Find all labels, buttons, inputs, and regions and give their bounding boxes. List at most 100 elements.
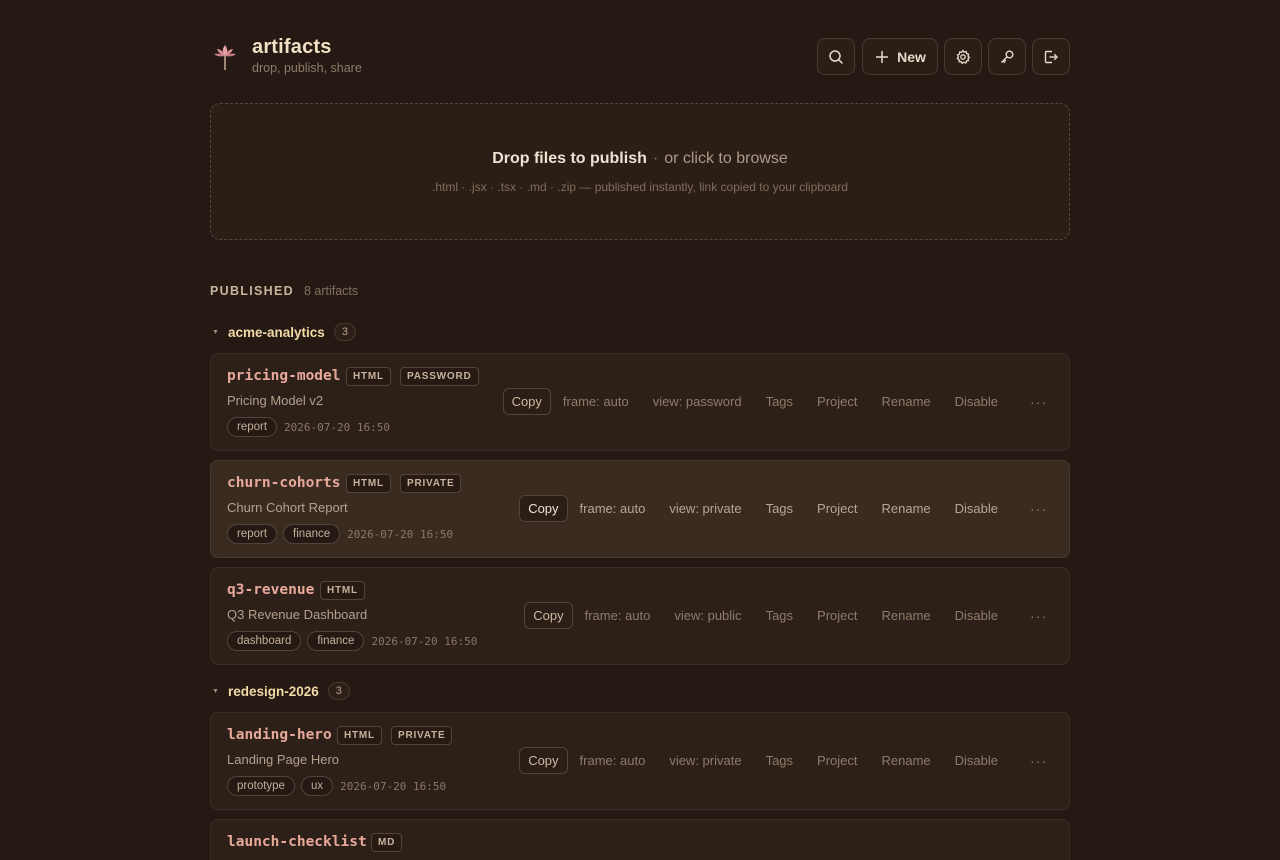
artifact-meta: report finance 2026-07-20 16:50: [227, 524, 453, 544]
artifact-card-q3-revenue[interactable]: q3-revenue HTML Q3 Revenue Dashboard das…: [210, 567, 1070, 665]
tag-chip[interactable]: finance: [307, 631, 365, 651]
badge-list: MD: [371, 833, 403, 852]
artifact-name[interactable]: pricing-model: [227, 368, 341, 384]
logout-button[interactable]: [1032, 38, 1070, 75]
project-button[interactable]: Project: [817, 394, 857, 409]
project-button[interactable]: Project: [817, 608, 857, 623]
disable-button[interactable]: Disable: [955, 608, 998, 623]
copy-button[interactable]: Copy: [502, 388, 551, 415]
dropzone-separator: ·: [652, 150, 659, 167]
view-setting[interactable]: view: public: [674, 608, 741, 623]
copy-button[interactable]: Copy: [524, 602, 573, 629]
rename-button[interactable]: Rename: [882, 501, 931, 516]
artifact-actions: Copy frame: auto view: private Tags Proj…: [519, 495, 1047, 522]
app-title: artifacts: [252, 36, 332, 58]
artifact-description: Churn Cohort Report: [227, 500, 348, 515]
artifact-actions: Copy frame: auto view: private Tags Proj…: [519, 747, 1047, 774]
artifact-card-landing-hero[interactable]: landing-hero HTML PRIVATE Landing Page H…: [210, 712, 1070, 810]
search-button[interactable]: [817, 38, 855, 75]
artifact-name[interactable]: launch-checklist: [227, 834, 367, 850]
group-name: acme-analytics: [228, 324, 325, 340]
rename-button[interactable]: Rename: [882, 753, 931, 768]
copy-button[interactable]: Copy: [519, 495, 568, 522]
new-button[interactable]: New: [862, 38, 938, 75]
caret-down-icon: ▼: [212, 328, 219, 336]
artifact-actions: Copy frame: auto view: password Tags Pro…: [502, 388, 1047, 415]
key-icon: [1001, 50, 1014, 63]
badge-list: HTML: [320, 581, 365, 600]
tag-chip[interactable]: report: [227, 417, 278, 437]
artifact-description: Landing Page Hero: [227, 752, 340, 767]
artifact-date: 2026-07-20 16:50: [371, 634, 478, 648]
artifact-name[interactable]: landing-hero: [227, 727, 332, 743]
tag-chip[interactable]: dashboard: [227, 631, 302, 651]
section-title: PUBLISHED: [210, 284, 294, 298]
view-setting[interactable]: view: password: [653, 394, 742, 409]
artifact-card-churn-cohorts[interactable]: churn-cohorts HTML PRIVATE Churn Cohort …: [210, 460, 1070, 558]
view-setting[interactable]: view: private: [669, 753, 741, 768]
more-options-icon[interactable]: ···: [1030, 501, 1047, 517]
settings-button[interactable]: [944, 38, 982, 75]
type-badge: MD: [371, 833, 403, 852]
artifact-actions: Copy frame: auto view: public Tags Proje…: [524, 602, 1047, 629]
type-badge: HTML: [346, 367, 391, 386]
frame-setting[interactable]: frame: auto: [563, 394, 629, 409]
more-options-icon[interactable]: ···: [1030, 753, 1047, 769]
artifact-card-launch-checklist[interactable]: launch-checklist MD: [210, 819, 1070, 860]
tags-button[interactable]: Tags: [766, 501, 793, 516]
copy-button[interactable]: Copy: [519, 747, 568, 774]
disable-button[interactable]: Disable: [955, 753, 998, 768]
app-subtitle: drop, publish, share: [252, 61, 362, 75]
badge-list: HTML PASSWORD: [346, 367, 479, 386]
logout-icon: [1044, 50, 1058, 63]
dropzone-hint: .html · .jsx · .tsx · .md · .zip — publi…: [432, 180, 848, 194]
frame-setting[interactable]: frame: auto: [580, 501, 646, 516]
artifact-name[interactable]: q3-revenue: [227, 582, 314, 598]
group-header-redesign-2026[interactable]: ▼ redesign-2026 3: [210, 681, 350, 701]
more-options-icon[interactable]: ···: [1030, 394, 1047, 410]
caret-down-icon: ▼: [212, 687, 219, 695]
disable-button[interactable]: Disable: [955, 501, 998, 516]
artifact-description: Q3 Revenue Dashboard: [227, 607, 368, 622]
disable-button[interactable]: Disable: [955, 394, 998, 409]
artifact-meta: report 2026-07-20 16:50: [227, 417, 390, 437]
artifact-meta: prototype ux 2026-07-20 16:50: [227, 776, 446, 796]
visibility-badge: PRIVATE: [399, 474, 462, 493]
dropzone-browse-link[interactable]: or click to browse: [664, 150, 788, 167]
tags-button[interactable]: Tags: [766, 394, 793, 409]
tag-chip[interactable]: report: [227, 524, 278, 544]
type-badge: HTML: [346, 474, 391, 493]
project-button[interactable]: Project: [817, 753, 857, 768]
api-key-button[interactable]: [988, 38, 1026, 75]
artifact-date: 2026-07-20 16:50: [284, 420, 391, 434]
group-header-acme-analytics[interactable]: ▼ acme-analytics 3: [210, 322, 356, 342]
rename-button[interactable]: Rename: [882, 394, 931, 409]
header: artifacts drop, publish, share New: [210, 36, 1070, 80]
group-count: 3: [333, 323, 356, 341]
rename-button[interactable]: Rename: [882, 608, 931, 623]
lotus-logo-icon: [214, 45, 236, 70]
type-badge: HTML: [337, 726, 382, 745]
badge-list: HTML PRIVATE: [337, 726, 453, 745]
frame-setting[interactable]: frame: auto: [585, 608, 651, 623]
more-options-icon[interactable]: ···: [1030, 608, 1047, 624]
badge-list: HTML PRIVATE: [346, 474, 462, 493]
tag-chip[interactable]: ux: [300, 776, 334, 796]
tag-chip[interactable]: finance: [283, 524, 341, 544]
artifact-name[interactable]: churn-cohorts: [227, 475, 341, 491]
view-setting[interactable]: view: private: [669, 501, 741, 516]
frame-setting[interactable]: frame: auto: [580, 753, 646, 768]
dropzone[interactable]: Drop files to publish · or click to browse…: [210, 103, 1070, 240]
artifact-card-pricing-model[interactable]: pricing-model HTML PASSWORD Pricing Mode…: [210, 353, 1070, 451]
tags-button[interactable]: Tags: [766, 753, 793, 768]
tag-chip[interactable]: prototype: [227, 776, 295, 796]
gear-icon: [956, 48, 971, 64]
visibility-badge: PASSWORD: [399, 367, 479, 386]
visibility-badge: PRIVATE: [390, 726, 453, 745]
section-count: 8 artifacts: [303, 284, 359, 298]
project-button[interactable]: Project: [817, 501, 857, 516]
section-header: PUBLISHED 8 artifacts: [210, 284, 358, 300]
dropzone-main-text: Drop files to publish: [492, 150, 647, 167]
tags-button[interactable]: Tags: [766, 608, 793, 623]
group-name: redesign-2026: [228, 683, 319, 699]
